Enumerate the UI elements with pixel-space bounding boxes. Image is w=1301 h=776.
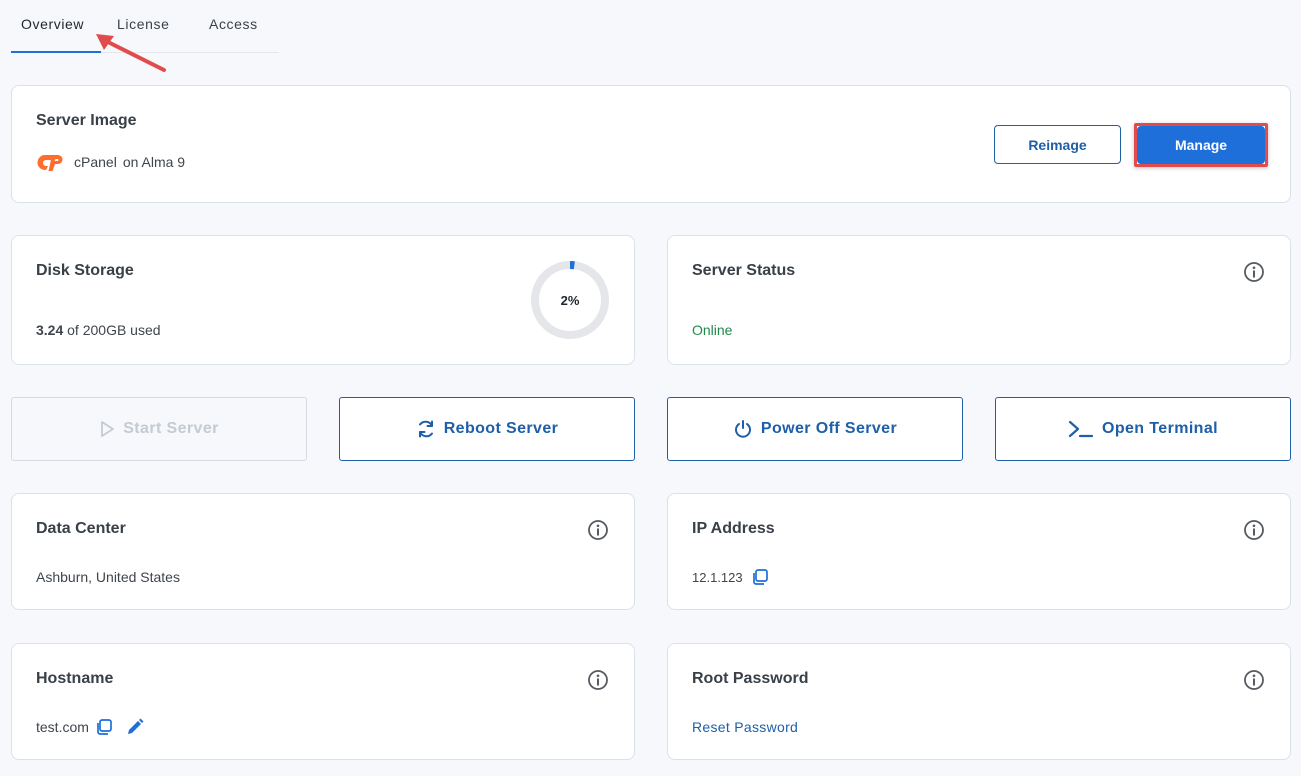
manage-highlight-box xyxy=(1134,123,1268,167)
server-status-value: Online xyxy=(692,322,733,338)
reboot-server-button[interactable]: Reboot Server xyxy=(339,397,635,461)
edit-pencil-icon[interactable] xyxy=(125,717,145,737)
power-icon xyxy=(734,420,751,438)
power-off-server-button[interactable]: Power Off Server xyxy=(667,397,963,461)
tab-overview[interactable]: Overview xyxy=(21,16,84,32)
server-status-title: Server Status xyxy=(692,262,796,279)
tab-access[interactable]: Access xyxy=(209,16,258,32)
hostname-card: Hostname test.com xyxy=(11,643,635,760)
disk-usage-text: 3.24 of 200GB used xyxy=(36,322,161,338)
os-name: on Alma 9 xyxy=(122,154,186,170)
power-off-server-label: Power Off Server xyxy=(760,420,898,437)
disk-used-value: 3.24 xyxy=(36,322,64,338)
disk-total-text: of 200GB used xyxy=(67,322,161,338)
info-icon[interactable] xyxy=(1243,519,1265,541)
ip-address-value: 12.1.123 xyxy=(692,569,743,585)
open-terminal-label: Open Terminal xyxy=(1101,420,1219,437)
disk-storage-title: Disk Storage xyxy=(36,262,134,279)
data-center-value: Ashburn, United States xyxy=(36,569,180,585)
annotation-arrow-icon xyxy=(96,34,166,72)
root-password-title: Root Password xyxy=(692,670,809,687)
data-center-card: Data Center Ashburn, United States xyxy=(11,493,635,610)
server-status-card: Server Status Online xyxy=(667,235,1291,365)
root-password-card: Root Password Reset Password xyxy=(667,643,1291,760)
data-center-title: Data Center xyxy=(36,520,126,537)
info-icon[interactable] xyxy=(587,669,609,691)
reimage-button[interactable]: Reimage xyxy=(994,125,1121,164)
copy-icon[interactable] xyxy=(95,718,113,736)
open-terminal-button[interactable]: Open Terminal xyxy=(995,397,1291,461)
active-tab-indicator xyxy=(11,51,101,53)
server-image-title: Server Image xyxy=(36,112,137,129)
ip-address-row: 12.1.123 xyxy=(692,568,769,586)
start-server-button[interactable]: Start Server xyxy=(11,397,307,461)
hostname-row: test.com xyxy=(36,717,145,737)
disk-usage-ring: 2% xyxy=(530,260,610,340)
info-icon[interactable] xyxy=(1243,669,1265,691)
refresh-icon xyxy=(418,420,433,438)
panel-name: cPanel xyxy=(74,154,117,170)
ip-address-title: IP Address xyxy=(692,520,775,537)
disk-storage-card: Disk Storage 3.24 of 200GB used 2% xyxy=(11,235,635,365)
info-icon[interactable] xyxy=(1243,261,1265,283)
reboot-server-label: Reboot Server xyxy=(443,420,559,437)
info-icon[interactable] xyxy=(587,519,609,541)
copy-icon[interactable] xyxy=(751,568,769,586)
cpanel-logo-icon xyxy=(37,155,63,171)
hostname-title: Hostname xyxy=(36,670,114,687)
start-server-label: Start Server xyxy=(123,420,219,437)
ip-address-card: IP Address 12.1.123 xyxy=(667,493,1291,610)
play-icon xyxy=(101,421,115,437)
terminal-icon xyxy=(1068,420,1094,438)
reset-password-link[interactable]: Reset Password xyxy=(692,719,798,735)
server-image-info: cPanel on Alma 9 xyxy=(36,152,185,172)
disk-percent-label: 2% xyxy=(560,292,580,308)
hostname-value: test.com xyxy=(36,719,89,735)
